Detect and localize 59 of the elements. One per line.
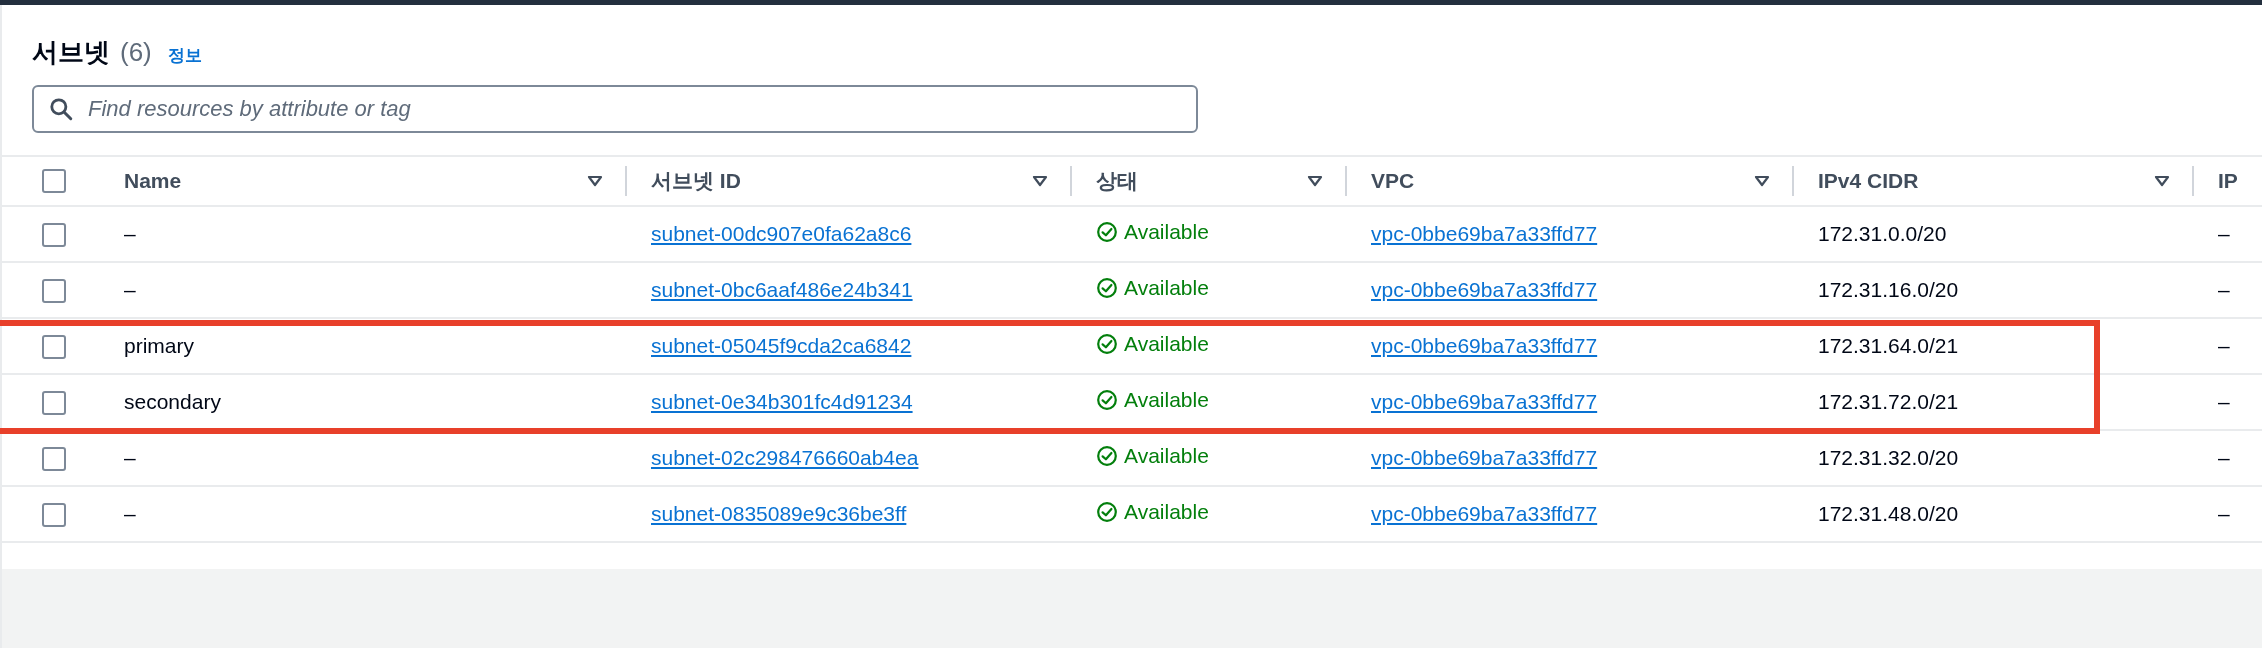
column-header[interactable]: IPv4 CIDR (1818, 169, 1919, 193)
vpc-link[interactable]: vpc-0bbe69ba7a33ffd77 (1371, 502, 1598, 525)
vpc-link[interactable]: vpc-0bbe69ba7a33ffd77 (1371, 222, 1598, 245)
table-cell: – (2218, 502, 2230, 525)
checkbox[interactable] (42, 390, 66, 415)
column-header[interactable]: 상태 (1096, 167, 1138, 195)
checkbox[interactable] (42, 446, 66, 471)
checkbox[interactable] (42, 278, 66, 303)
subnet-id-link[interactable]: subnet-05045f9cda2ca6842 (651, 334, 912, 357)
status-text: Available (1124, 500, 1209, 524)
table-cell: – (2218, 222, 2230, 245)
status-text: Available (1124, 388, 1209, 412)
sort-icon[interactable] (587, 175, 603, 187)
table-cell: – (2218, 446, 2230, 469)
table-cell: – (124, 446, 136, 469)
table-cell: – (124, 502, 136, 525)
subnet-id-link[interactable]: subnet-00dc907e0fa62a8c6 (651, 222, 912, 245)
subnet-id-link[interactable]: subnet-0e34b301fc4d91234 (651, 390, 913, 413)
status-text: Available (1124, 276, 1209, 300)
table-cell: 172.31.48.0/20 (1818, 502, 1959, 525)
subnet-id-link[interactable]: subnet-0bc6aaf486e24b341 (651, 278, 913, 301)
table-cell: 172.31.0.0/20 (1818, 222, 1947, 245)
checkbox[interactable] (42, 222, 66, 247)
table-cell: – (124, 222, 136, 245)
vpc-link[interactable]: vpc-0bbe69ba7a33ffd77 (1371, 446, 1598, 469)
column-header[interactable]: Name (124, 169, 182, 193)
table-cell: 172.31.64.0/21 (1818, 334, 1959, 357)
table-cell: – (2218, 390, 2230, 413)
table-cell: 172.31.72.0/21 (1818, 390, 1959, 413)
status-text: Available (1124, 220, 1209, 244)
checkbox[interactable] (42, 334, 66, 359)
info-link[interactable]: 정보 (167, 44, 202, 67)
table-cell: primary (124, 334, 194, 357)
column-header[interactable]: VPC (1371, 169, 1415, 193)
subnet-id-link[interactable]: subnet-02c298476660ab4ea (651, 446, 919, 469)
table-cell: secondary (124, 390, 221, 413)
status-text: Available (1124, 332, 1209, 356)
search-field[interactable]: Find resources by attribute or tag (32, 85, 1198, 133)
sort-icon[interactable] (1754, 175, 1770, 187)
checkbox[interactable] (42, 502, 66, 527)
column-header[interactable]: 서브넷 ID (651, 167, 741, 195)
sort-icon[interactable] (1032, 175, 1048, 187)
table-cell: 172.31.16.0/20 (1818, 278, 1959, 301)
table-cell: – (2218, 278, 2230, 301)
vpc-link[interactable]: vpc-0bbe69ba7a33ffd77 (1371, 278, 1598, 301)
sort-icon[interactable] (2154, 175, 2170, 187)
item-count: (6) (120, 37, 152, 68)
vpc-link[interactable]: vpc-0bbe69ba7a33ffd77 (1371, 390, 1598, 413)
table-cell: 172.31.32.0/20 (1818, 446, 1959, 469)
sort-icon[interactable] (1307, 175, 1323, 187)
column-header[interactable]: IP (2218, 169, 2238, 193)
status-text: Available (1124, 444, 1209, 468)
table-cell: – (124, 278, 136, 301)
vpc-link[interactable]: vpc-0bbe69ba7a33ffd77 (1371, 334, 1598, 357)
subnet-id-link[interactable]: subnet-0835089e9c36be3ff (651, 502, 907, 525)
panel-title: 서브넷 (32, 36, 110, 69)
checkbox[interactable] (42, 169, 66, 193)
search-icon (48, 96, 74, 122)
table-cell: – (2218, 334, 2230, 357)
